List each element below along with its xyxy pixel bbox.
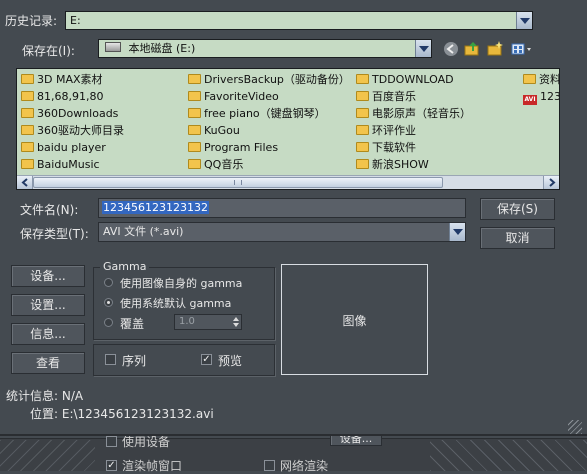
net-render-checkbox[interactable] — [264, 460, 275, 471]
list-item[interactable]: FavoriteVideo — [188, 90, 279, 104]
folder-icon — [21, 91, 34, 101]
filename-label: 文件名(N): — [20, 203, 79, 217]
drive-icon — [105, 42, 121, 52]
file-list[interactable]: 3D MAX素材 81,68,91,80 360Downloads 360驱动大… — [16, 68, 560, 190]
list-item[interactable]: 360Downloads — [21, 107, 118, 121]
view-menu-icon[interactable] — [510, 40, 534, 58]
folder-icon — [21, 74, 34, 84]
new-folder-icon[interactable] — [486, 40, 504, 58]
setup-button[interactable]: 设置... — [11, 294, 85, 316]
list-item[interactable]: 下载软件 — [356, 141, 416, 155]
gamma-override-label: 覆盖 — [120, 317, 145, 331]
list-item[interactable]: 环评作业 — [356, 124, 416, 138]
save-in-label: 保存在(I): — [22, 44, 75, 58]
folder-icon — [356, 142, 369, 152]
folder-icon — [21, 142, 34, 152]
list-item[interactable]: TDDOWNLOAD — [356, 73, 454, 87]
save-button[interactable]: 保存(S) — [480, 198, 555, 220]
spinner-down-icon[interactable] — [232, 322, 240, 328]
list-item[interactable]: 3D MAX素材 — [21, 73, 103, 87]
folder-icon — [188, 108, 201, 118]
render-frame-window-checkbox[interactable]: ✓ — [106, 460, 117, 471]
filetype-dropdown[interactable]: AVI 文件 (*.avi) — [98, 222, 466, 242]
horizontal-scrollbar[interactable] — [17, 175, 559, 189]
folder-icon — [523, 74, 536, 84]
preview-label: 预览 — [218, 354, 243, 368]
chevron-down-icon[interactable] — [516, 12, 532, 29]
scroll-thumb[interactable] — [33, 177, 443, 188]
save-in-dropdown[interactable]: 本地磁盘 (E:) — [98, 39, 432, 58]
devices-button[interactable]: 设备... — [11, 265, 85, 287]
history-label: 历史记录: — [5, 14, 58, 28]
folder-icon — [188, 159, 201, 169]
gamma-override-radio[interactable] — [104, 318, 113, 327]
folder-icon — [188, 125, 201, 135]
chevron-down-icon[interactable] — [415, 40, 431, 57]
use-device-checkbox[interactable] — [106, 436, 117, 447]
list-item[interactable]: BaiduMusic — [21, 158, 100, 172]
list-item[interactable]: 资料 — [523, 73, 559, 87]
render-frame-window-label: 渲染帧窗口 — [122, 459, 183, 473]
list-item[interactable]: KuGou — [188, 124, 240, 138]
history-value: E: — [70, 14, 81, 27]
folder-icon — [356, 125, 369, 135]
folder-icon — [356, 74, 369, 84]
list-item[interactable]: 电影原声（轻音乐） — [356, 107, 471, 121]
resize-grip-icon[interactable] — [568, 420, 582, 434]
folder-icon — [21, 108, 34, 118]
gamma-system-label: 使用系统默认 gamma — [120, 297, 232, 310]
list-item[interactable]: Program Files — [188, 141, 278, 155]
folder-icon — [188, 74, 201, 84]
sequence-checkbox[interactable] — [105, 354, 116, 365]
gamma-own-radio[interactable] — [104, 278, 113, 287]
options-group — [93, 344, 275, 376]
list-item[interactable]: 81,68,91,80 — [21, 90, 103, 104]
image-preview: 图像 — [281, 264, 428, 375]
list-item[interactable]: DriversBackup（驱动备份） — [188, 73, 350, 87]
folder-icon — [21, 159, 34, 169]
filename-input[interactable]: 123456123123132 — [98, 198, 466, 218]
image-preview-label: 图像 — [342, 314, 367, 328]
save-in-value: 本地磁盘 (E:) — [128, 42, 196, 55]
sequence-label: 序列 — [122, 354, 147, 368]
history-dropdown[interactable]: E: — [65, 11, 533, 30]
stats-label: 统计信息: N/A — [6, 389, 84, 403]
preview-checkbox[interactable]: ✓ — [201, 354, 212, 365]
up-folder-icon[interactable] — [463, 40, 481, 58]
gamma-system-radio[interactable] — [104, 298, 113, 307]
location-label: 位置: E:\123456123123132.avi — [30, 407, 214, 421]
chevron-down-icon[interactable] — [449, 223, 465, 241]
viewport-grid-left — [0, 440, 95, 471]
view-button[interactable]: 查看 — [11, 352, 85, 374]
cancel-button[interactable]: 取消 — [480, 227, 555, 249]
folder-icon — [21, 125, 34, 135]
back-icon[interactable] — [442, 40, 460, 58]
folder-icon — [188, 91, 201, 101]
filetype-value: AVI 文件 (*.avi) — [103, 225, 184, 238]
folder-icon — [356, 159, 369, 169]
gamma-own-label: 使用图像自身的 gamma — [120, 277, 243, 290]
scroll-right-icon[interactable] — [543, 176, 559, 189]
info-button[interactable]: 信息... — [11, 323, 85, 345]
save-dialog: 历史记录: E: 保存在(I): 本地磁盘 (E:) 3D MAX素材 81,6… — [0, 0, 587, 436]
gamma-title: Gamma — [100, 260, 150, 273]
filename-value: 123456123123132 — [102, 201, 209, 214]
avi-file-icon: AVI — [523, 95, 537, 105]
folder-icon — [356, 108, 369, 118]
list-item[interactable]: free piano（键盘钢琴） — [188, 107, 326, 121]
folder-icon — [356, 91, 369, 101]
folder-icon — [188, 142, 201, 152]
net-render-label: 网络渲染 — [280, 459, 329, 473]
filetype-label: 保存类型(T): — [20, 227, 89, 241]
list-item[interactable]: 新浪SHOW — [356, 158, 429, 172]
list-item[interactable]: QQ音乐 — [188, 158, 243, 172]
scroll-left-icon[interactable] — [17, 176, 33, 189]
list-item[interactable]: baidu player — [21, 141, 106, 155]
gamma-override-spinner[interactable]: 1.0 — [174, 314, 242, 330]
gamma-override-value: 1.0 — [179, 316, 195, 327]
list-item[interactable]: 360驱动大师目录 — [21, 124, 124, 138]
viewport-grid-right — [430, 440, 587, 471]
list-item[interactable]: AVI 123 — [523, 90, 559, 105]
list-item[interactable]: 百度音乐 — [356, 90, 416, 104]
